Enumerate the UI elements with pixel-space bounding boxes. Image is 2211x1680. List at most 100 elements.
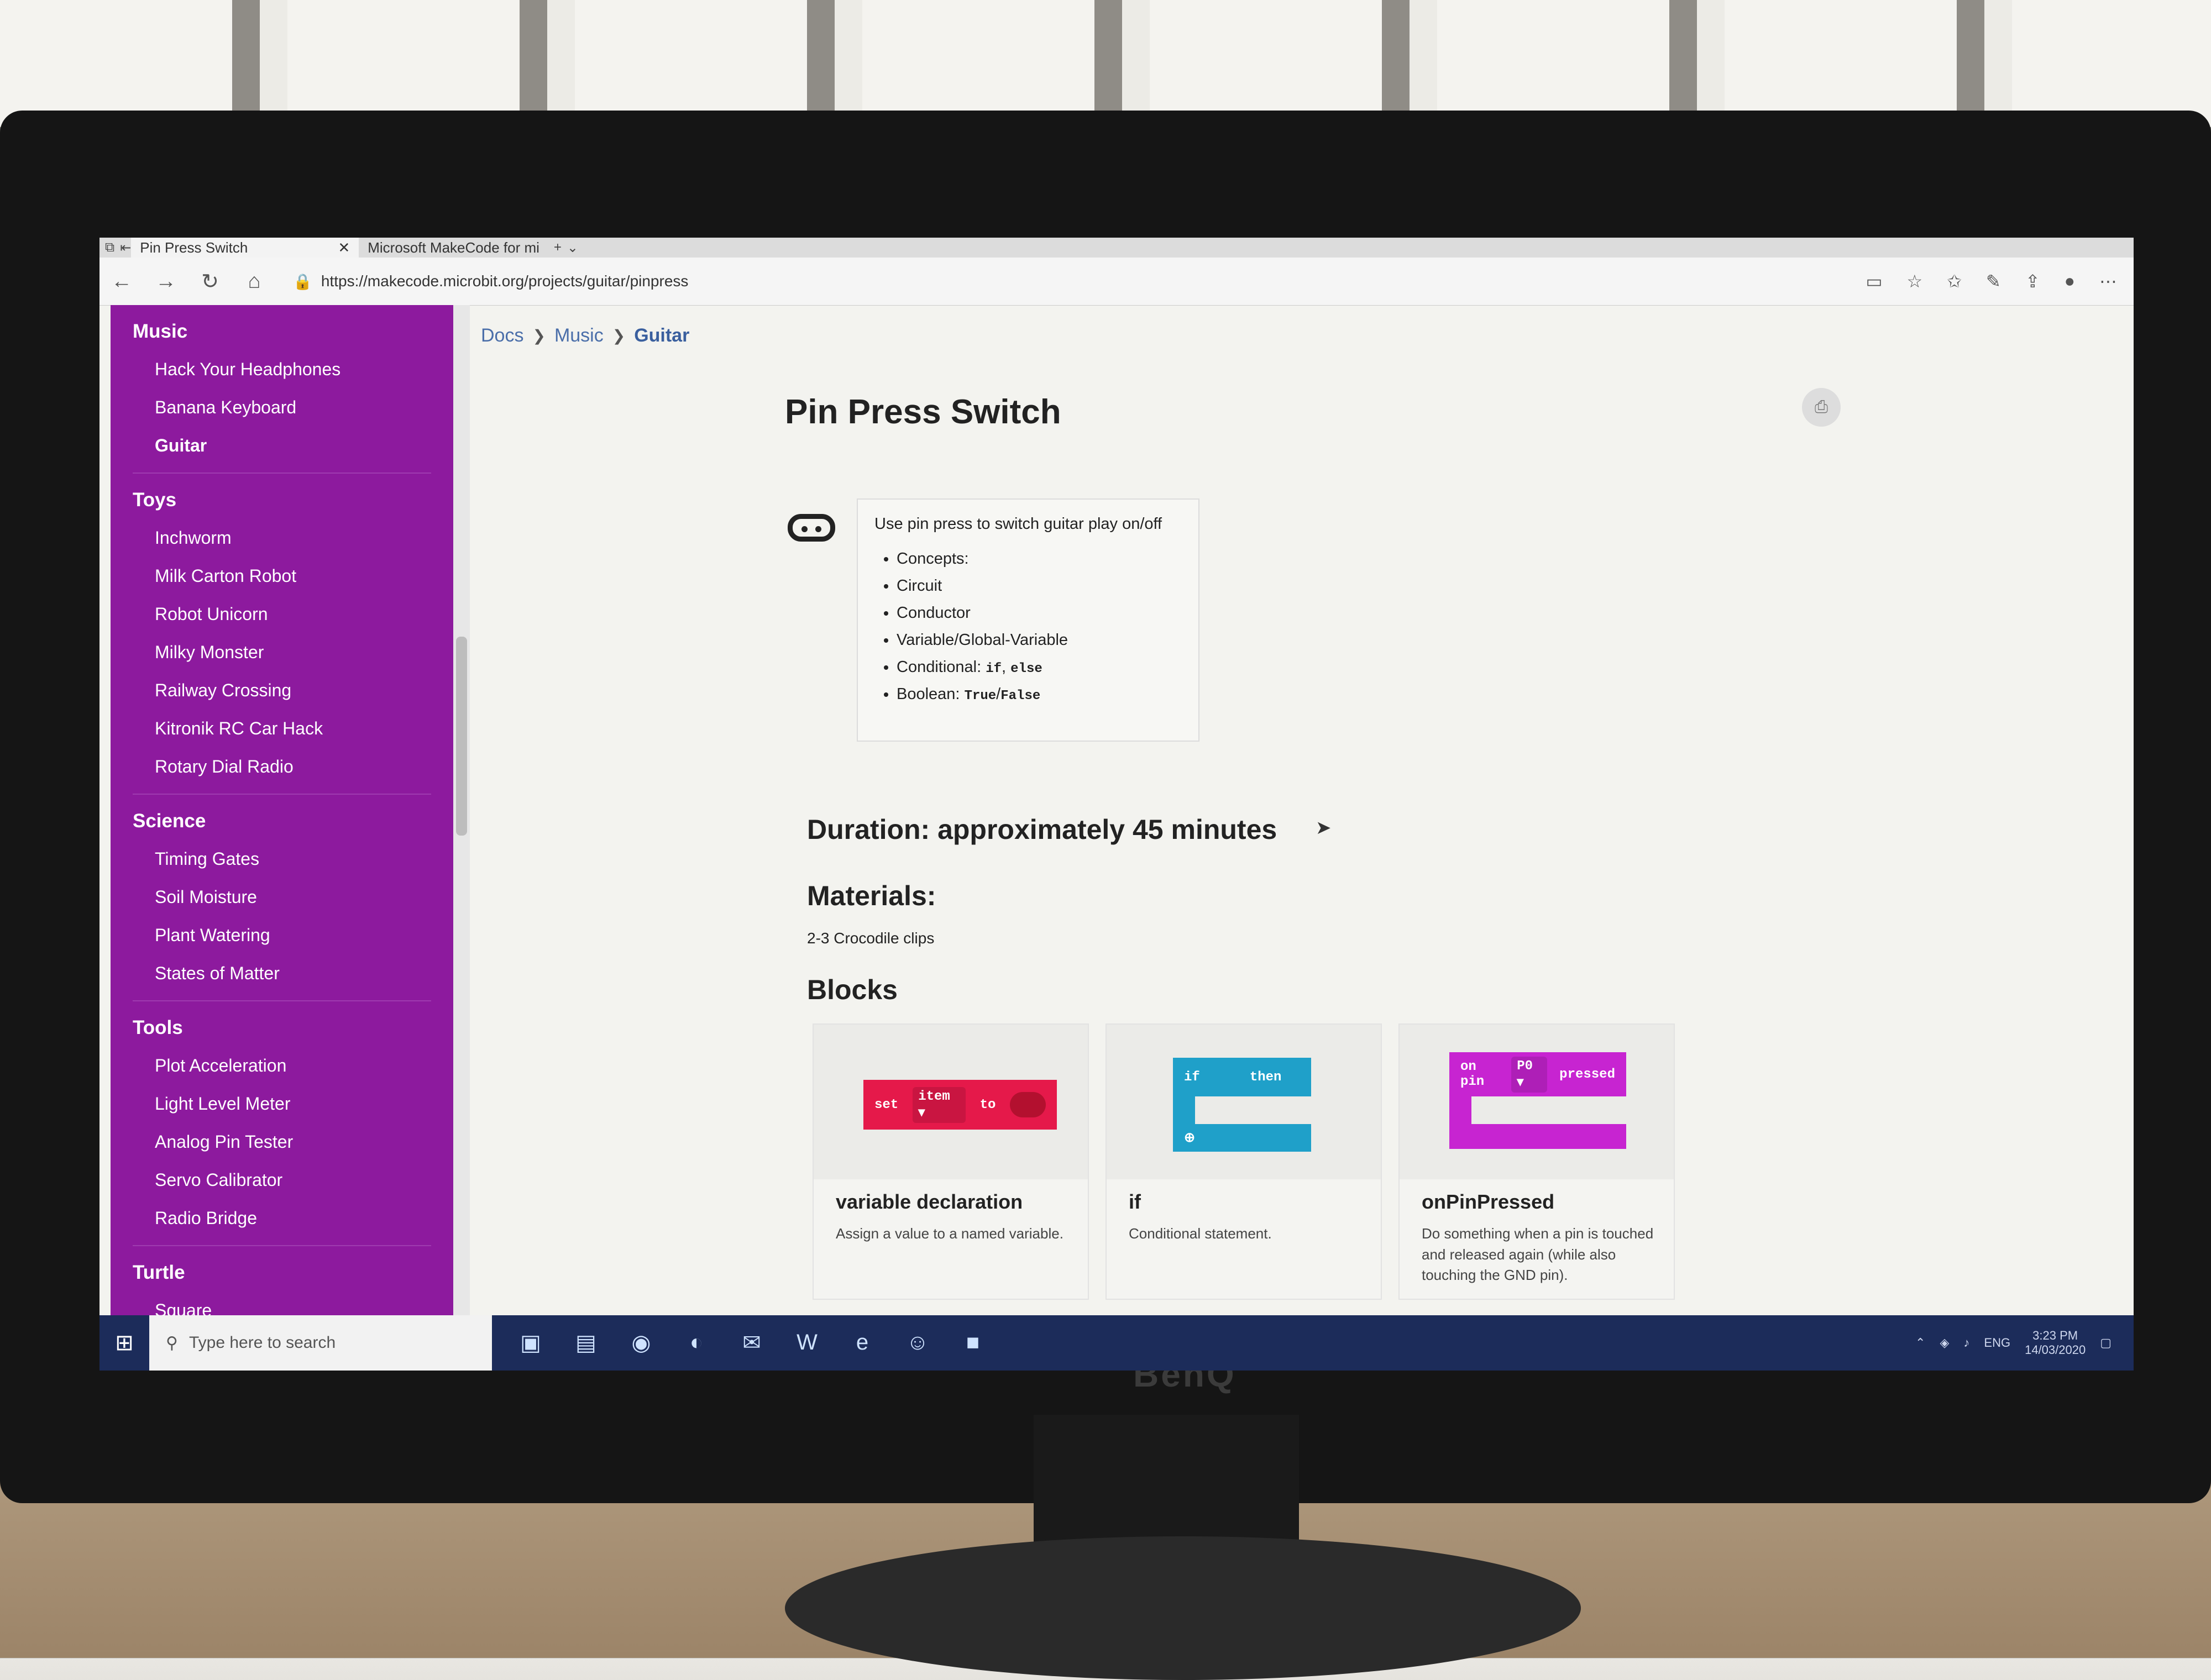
outlook-icon[interactable]: ✉ <box>735 1330 768 1356</box>
file-explorer-icon[interactable]: ▤ <box>569 1330 602 1356</box>
tab-pin-press-switch[interactable]: Pin Press Switch ✕ <box>131 238 359 258</box>
materials-text: 2-3 Crocodile clips <box>807 930 935 947</box>
home-icon[interactable]: ⌂ <box>232 270 276 293</box>
sidebar-item-milky-monster[interactable]: Milky Monster <box>111 633 453 671</box>
sidebar-item-banana-keyboard[interactable]: Banana Keyboard <box>111 389 453 427</box>
on-pin-block-bottom <box>1449 1124 1626 1149</box>
notifications-icon[interactable]: ▢ <box>2100 1336 2112 1350</box>
profile-icon[interactable]: ● <box>2065 271 2075 292</box>
sidebar-item-timing-gates[interactable]: Timing Gates <box>111 840 453 878</box>
sidebar-item-states-of-matter[interactable]: States of Matter <box>111 954 453 993</box>
close-tab-icon[interactable]: ✕ <box>338 239 350 256</box>
taskbar-search[interactable]: ⚲ Type here to search <box>149 1315 492 1371</box>
concepts-list: Concepts: Circuit Conductor Variable/Glo… <box>897 550 1182 704</box>
network-icon[interactable]: ◈ <box>1940 1336 1949 1350</box>
tab-menu-chevron-icon[interactable]: ⌄ <box>567 240 578 256</box>
sidebar-scrollbar[interactable] <box>453 305 470 1315</box>
sidebar-item-servo-calibrator[interactable]: Servo Calibrator <box>111 1161 453 1199</box>
page-title: Pin Press Switch <box>785 393 1061 431</box>
url-field[interactable]: 🔒 https://makecode.microbit.org/projects… <box>293 272 688 291</box>
monitor-stand-base <box>785 1536 1581 1680</box>
pinned-apps: ▣ ▤ ◉ ◐ ✉ W e ☺ ■ <box>514 1330 989 1356</box>
sidebar-section-science[interactable]: Science <box>111 795 453 840</box>
favorites-icon[interactable]: ✩ <box>1947 271 1962 292</box>
blocks-heading: Blocks <box>807 974 898 1005</box>
edge-icon[interactable]: e <box>846 1330 879 1356</box>
logitech-icon[interactable]: ◐ <box>680 1330 713 1356</box>
tray-chevron-icon[interactable]: ⌃ <box>1915 1336 1925 1350</box>
block-preview: set item ▾ to <box>814 1025 1088 1179</box>
clock[interactable]: 3:23 PM 14/03/2020 <box>2025 1329 2086 1358</box>
sidebar-item-robot-unicorn[interactable]: Robot Unicorn <box>111 595 453 633</box>
pen-icon[interactable]: ✎ <box>1986 271 2001 292</box>
materials-heading: Materials: <box>807 880 936 911</box>
sidebar-item-guitar[interactable]: Guitar <box>111 427 453 465</box>
scrollbar-thumb[interactable] <box>456 637 467 836</box>
taskbar: ⊞ ⚲ Type here to search ▣ ▤ ◉ ◐ ✉ W e ☺ … <box>99 1315 2134 1371</box>
sidebar-item-radio-bridge[interactable]: Radio Bridge <box>111 1199 453 1237</box>
sidebar-item-analog-pin-tester[interactable]: Analog Pin Tester <box>111 1123 453 1161</box>
back-icon[interactable]: ← <box>99 270 144 293</box>
reading-view-icon[interactable]: ▭ <box>1866 271 1882 292</box>
breadcrumb-guitar[interactable]: Guitar <box>634 325 689 347</box>
on-pin-block-side <box>1449 1096 1471 1124</box>
sidebar-section-music[interactable]: Music <box>111 305 453 350</box>
minecraft-icon[interactable]: ■ <box>956 1330 989 1356</box>
breadcrumb-docs[interactable]: Docs <box>481 325 523 347</box>
summary-text: Use pin press to switch guitar play on/o… <box>874 515 1162 533</box>
tab-actions-icon[interactable]: ⧉ <box>105 240 114 255</box>
clock-date: 14/03/2020 <box>2025 1343 2086 1357</box>
main-content: Docs ❯ Music ❯ Guitar Pin Press Switch ⎙… <box>481 305 2106 1315</box>
code-true: True <box>964 689 997 704</box>
sidebar-section-toys[interactable]: Toys <box>111 474 453 519</box>
sidebar-item-railway-crossing[interactable]: Railway Crossing <box>111 671 453 710</box>
card-variable-declaration[interactable]: set item ▾ to variable declaration Assig… <box>813 1023 1089 1300</box>
breadcrumb: Docs ❯ Music ❯ Guitar <box>481 325 689 347</box>
sidebar-item-milk-carton-robot[interactable]: Milk Carton Robot <box>111 557 453 595</box>
block-preview: on pin P0 ▾ pressed <box>1400 1025 1674 1179</box>
block-word: if <box>1184 1069 1200 1085</box>
language-indicator[interactable]: ENG <box>1984 1336 2010 1350</box>
forward-icon[interactable]: → <box>144 270 188 293</box>
block-dropdown: P0 ▾ <box>1511 1056 1548 1093</box>
sidebar-item-rotary-dial-radio[interactable]: Rotary Dial Radio <box>111 748 453 786</box>
url-text: https://makecode.microbit.org/projects/g… <box>321 272 689 290</box>
tab-bar: ⧉ ⇤ Pin Press Switch ✕ Microsoft MakeCod… <box>99 238 2134 258</box>
sidebar-item-kitronik-rc-car-hack[interactable]: Kitronik RC Car Hack <box>111 710 453 748</box>
sidebar-item-light-level-meter[interactable]: Light Level Meter <box>111 1085 453 1123</box>
print-icon[interactable]: ⎙ <box>1802 388 1841 427</box>
windows-start-icon[interactable]: ⊞ <box>99 1330 149 1356</box>
chevron-right-icon: ❯ <box>612 327 626 344</box>
favorite-star-icon[interactable]: ☆ <box>1907 271 1923 292</box>
if-block-bottom: ⊕ <box>1173 1124 1311 1152</box>
sidebar-section-turtle[interactable]: Turtle <box>111 1246 453 1292</box>
sidebar-item-hack-your-headphones[interactable]: Hack Your Headphones <box>111 350 453 389</box>
set-aside-tabs-icon[interactable]: ⇤ <box>120 240 131 256</box>
list-item: Conditional: if, else <box>897 658 1182 676</box>
sidebar-item-plant-watering[interactable]: Plant Watering <box>111 916 453 954</box>
task-view-icon[interactable]: ▣ <box>514 1330 547 1356</box>
sidebar-section-tools[interactable]: Tools <box>111 1001 453 1047</box>
refresh-icon[interactable]: ↻ <box>188 269 232 294</box>
list-item: Conductor <box>897 604 1182 622</box>
new-tab-button[interactable]: + <box>554 240 562 255</box>
list-item: Circuit <box>897 577 1182 595</box>
sidebar-item-plot-acceleration[interactable]: Plot Acceleration <box>111 1047 453 1085</box>
breadcrumb-music[interactable]: Music <box>554 325 604 347</box>
code-else: else <box>1010 662 1042 676</box>
sidebar: Music Hack Your Headphones Banana Keyboa… <box>111 305 453 1315</box>
card-on-pin-pressed[interactable]: on pin P0 ▾ pressed onPinPressed Do some… <box>1398 1023 1675 1300</box>
card-if[interactable]: if then ⊕ if Conditional statement. <box>1106 1023 1382 1300</box>
sidebar-item-soil-moisture[interactable]: Soil Moisture <box>111 878 453 916</box>
word-icon[interactable]: W <box>790 1330 824 1356</box>
volume-icon[interactable]: ♪ <box>1963 1336 1969 1350</box>
sidebar-item-inchworm[interactable]: Inchworm <box>111 519 453 557</box>
more-icon[interactable]: ⋯ <box>2099 271 2117 292</box>
share-icon[interactable]: ⇪ <box>2025 271 2040 292</box>
steam-icon[interactable]: ◉ <box>625 1330 658 1356</box>
discord-icon[interactable]: ☺ <box>901 1330 934 1356</box>
clock-time: 3:23 PM <box>2032 1328 2078 1342</box>
sidebar-item-square[interactable]: Square <box>111 1292 453 1315</box>
comma: , <box>1002 658 1007 676</box>
tab-makecode[interactable]: Microsoft MakeCode for mi <box>359 238 548 258</box>
